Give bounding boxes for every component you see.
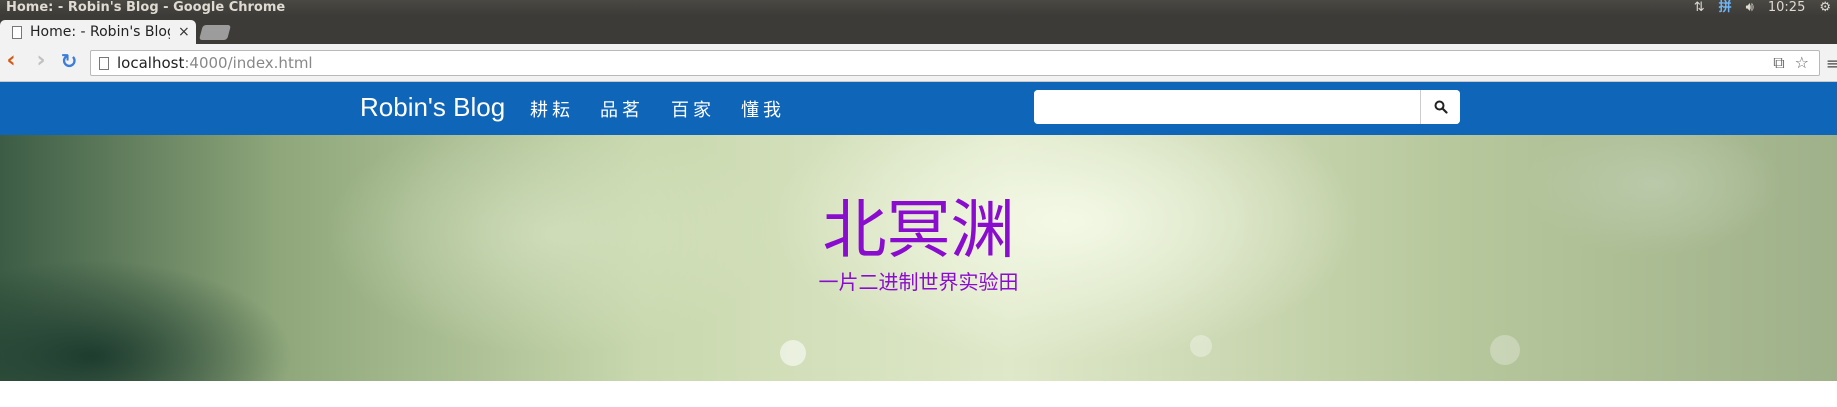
window-title: Home: - Robin's Blog - Google Chrome: [6, 0, 286, 15]
os-title-bar: Home: - Robin's Blog - Google Chrome ⇅ 拼…: [0, 0, 1837, 16]
hero-subtitle: 一片二进制世界实验田: [818, 270, 1019, 294]
hero-banner: 北冥渊 一片二进制世界实验田: [0, 135, 1837, 381]
network-icon[interactable]: ⇅: [1694, 0, 1705, 16]
volume-icon[interactable]: 🔊︎: [1746, 0, 1754, 16]
nav-link-4[interactable]: 懂我: [741, 96, 785, 122]
address-bar[interactable]: localhost:4000/index.html ⧉ ☆: [90, 50, 1820, 76]
url-host: localhost: [117, 54, 185, 72]
reload-button[interactable]: ↻: [58, 50, 80, 74]
translate-icon[interactable]: ⧉: [1773, 53, 1784, 73]
bokeh-decoration: [780, 340, 806, 366]
page-info-icon[interactable]: [99, 56, 109, 70]
close-tab-icon[interactable]: ×: [178, 24, 190, 40]
ime-indicator[interactable]: 拼: [1719, 0, 1732, 16]
magnifier-icon: [1434, 100, 1448, 114]
search-input[interactable]: [1034, 90, 1420, 124]
tab-home[interactable]: Home: - Robin's Blog ×: [0, 20, 196, 44]
new-tab-button[interactable]: [198, 25, 232, 40]
browser-toolbar: ‹ › ↻ localhost:4000/index.html ⧉ ☆ ≡: [0, 44, 1837, 82]
chrome-menu-icon[interactable]: ≡: [1826, 54, 1837, 73]
tab-title: Home: - Robin's Blog: [30, 24, 170, 40]
search-button[interactable]: [1420, 90, 1460, 124]
nav-link-1[interactable]: 耕耘: [530, 96, 574, 122]
page-favicon-icon: [12, 25, 22, 39]
settings-gear-icon[interactable]: ⚙: [1819, 0, 1831, 16]
hero-title: 北冥渊: [822, 194, 1015, 268]
system-tray: ⇅ 拼 🔊︎ 10:25 ⚙: [1694, 0, 1837, 16]
url-path: :4000/index.html: [184, 54, 313, 72]
nav-link-2[interactable]: 品茗: [600, 96, 644, 122]
site-navbar: Robin's Blog 耕耘 品茗 百家 懂我: [0, 82, 1837, 135]
back-button[interactable]: ‹: [0, 50, 22, 74]
site-brand-link[interactable]: Robin's Blog: [360, 92, 505, 123]
clock[interactable]: 10:25: [1768, 0, 1805, 16]
browser-tab-strip: Home: - Robin's Blog ×: [0, 16, 1837, 44]
nav-link-3[interactable]: 百家: [671, 96, 715, 122]
search-form: [1034, 90, 1460, 124]
bokeh-decoration: [1490, 335, 1520, 365]
star-icon[interactable]: ☆: [1795, 53, 1809, 73]
forward-button[interactable]: ›: [30, 50, 52, 74]
bokeh-decoration: [1190, 335, 1212, 357]
